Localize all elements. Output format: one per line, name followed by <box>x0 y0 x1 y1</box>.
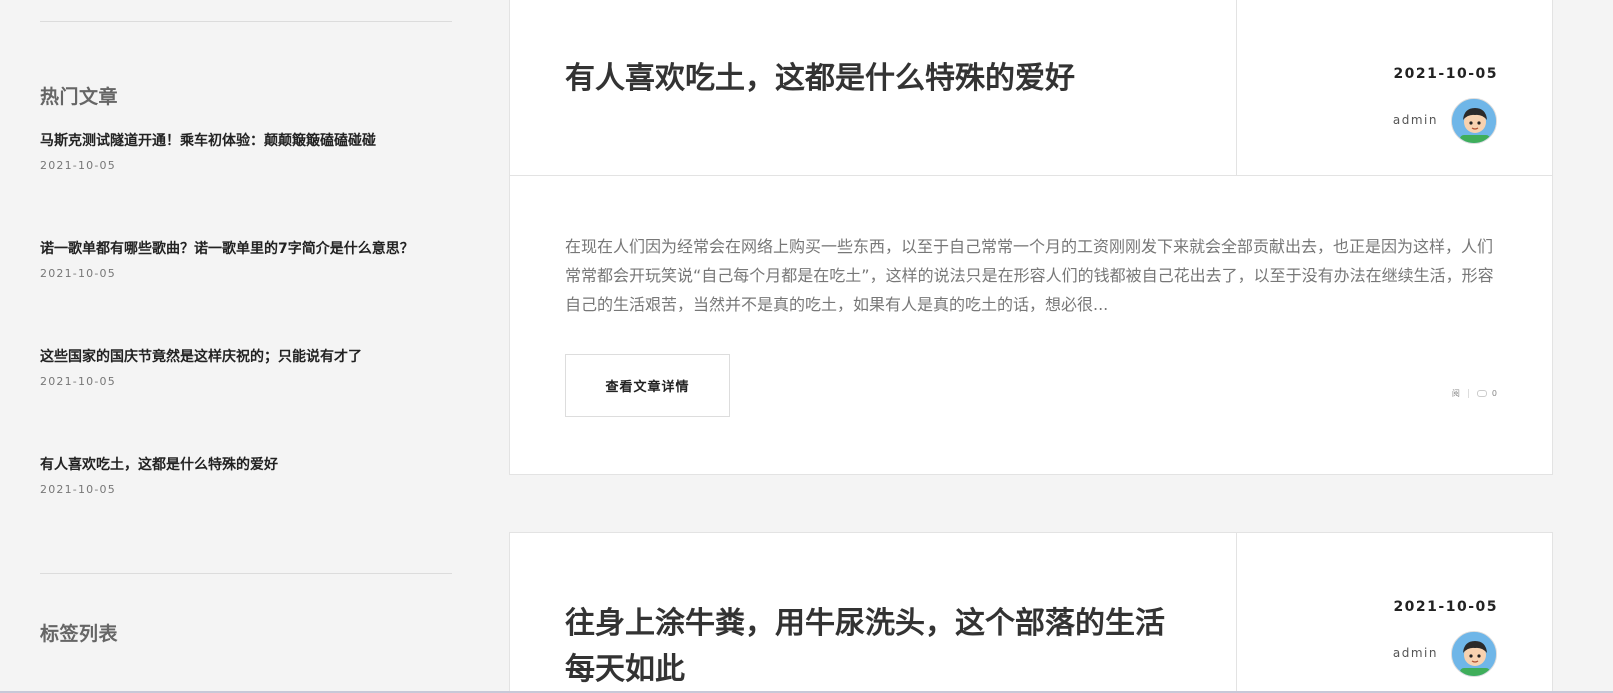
hot-article-link[interactable]: 诺一歌单都有哪些歌曲？诺一歌单里的7字简介是什么意思？ <box>40 239 452 259</box>
views-label: 阅 <box>1451 389 1460 398</box>
sidebar-divider <box>40 573 452 574</box>
hot-article-date: 2021-10-05 <box>40 483 116 496</box>
post-card-header: 往身上涂牛粪，用牛尿洗头，这个部落的生活每天如此 2021-10-05 admi… <box>510 533 1552 693</box>
comment-count[interactable]: 0 <box>1476 389 1497 398</box>
hot-article-link[interactable]: 马斯克测试隧道开通！乘车初体验：颠颠簸簸磕磕碰碰 <box>40 131 452 151</box>
post-card-body: 在现在人们因为经常会在网络上购买一些东西，以至于自己常常一个月的工资刚刚发下来就… <box>510 176 1552 474</box>
stats-divider <box>1467 389 1469 398</box>
comment-count-value: 0 <box>1491 389 1497 398</box>
hot-article-date: 2021-10-05 <box>40 375 116 388</box>
sidebar-divider <box>40 21 452 22</box>
post-date: 2021-10-05 <box>1393 599 1498 615</box>
hot-article-date: 2021-10-05 <box>40 267 116 280</box>
post-title[interactable]: 往身上涂牛粪，用牛尿洗头，这个部落的生活每天如此 <box>565 601 1175 693</box>
hot-article-item[interactable]: 这些国家的国庆节竟然是这样庆祝的；只能说有才了 2021-10-05 <box>40 347 452 389</box>
read-more-button[interactable]: 查看文章详情 <box>565 354 730 417</box>
post-card-header: 有人喜欢吃土，这都是什么特殊的爱好 2021-10-05 admin <box>510 0 1552 176</box>
hot-article-item[interactable]: 有人喜欢吃土，这都是什么特殊的爱好 2021-10-05 <box>40 455 452 497</box>
hot-article-link[interactable]: 这些国家的国庆节竟然是这样庆祝的；只能说有才了 <box>40 347 452 367</box>
avatar-icon[interactable] <box>1451 631 1497 677</box>
post-meta: 2021-10-05 admin <box>1236 0 1553 175</box>
post-title[interactable]: 有人喜欢吃土，这都是什么特殊的爱好 <box>565 56 1175 102</box>
hot-article-item[interactable]: 马斯克测试隧道开通！乘车初体验：颠颠簸簸磕磕碰碰 2021-10-05 <box>40 131 452 173</box>
post-author[interactable]: admin <box>1393 646 1438 660</box>
tags-title: 标签列表 <box>40 623 119 645</box>
comment-icon <box>1476 390 1487 397</box>
hot-article-item[interactable]: 诺一歌单都有哪些歌曲？诺一歌单里的7字简介是什么意思？ 2021-10-05 <box>40 239 452 281</box>
post-stats: 阅 0 <box>1452 388 1497 399</box>
avatar-icon[interactable] <box>1451 98 1497 144</box>
post-date: 2021-10-05 <box>1393 66 1498 82</box>
post-card: 有人喜欢吃土，这都是什么特殊的爱好 2021-10-05 admin 在现在人们… <box>509 0 1553 475</box>
post-meta: 2021-10-05 admin <box>1236 533 1553 693</box>
page: 热门文章 马斯克测试隧道开通！乘车初体验：颠颠簸簸磕磕碰碰 2021-10-05… <box>0 0 1613 693</box>
post-card: 往身上涂牛粪，用牛尿洗头，这个部落的生活每天如此 2021-10-05 admi… <box>509 532 1553 693</box>
post-excerpt: 在现在人们因为经常会在网络上购买一些东西，以至于自己常常一个月的工资刚刚发下来就… <box>565 237 1494 314</box>
hot-article-date: 2021-10-05 <box>40 159 116 172</box>
post-author[interactable]: admin <box>1393 113 1438 127</box>
hot-article-link[interactable]: 有人喜欢吃土，这都是什么特殊的爱好 <box>40 455 452 475</box>
hot-articles-title: 热门文章 <box>40 86 119 108</box>
